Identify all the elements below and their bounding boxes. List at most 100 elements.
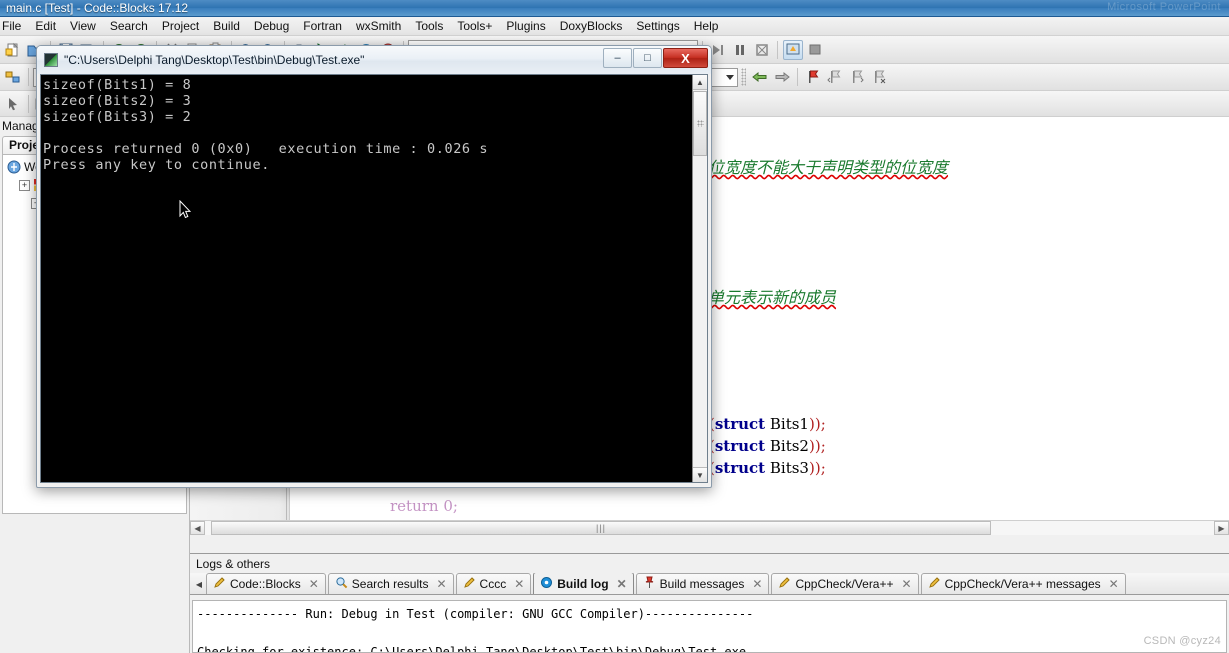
menu-item-debug[interactable]: Debug xyxy=(247,17,296,35)
log-tab-label: Search results xyxy=(351,577,429,591)
code-line-fragment: (struct Bits3)); xyxy=(709,459,826,477)
scroll-left-button[interactable]: ◀ xyxy=(190,521,205,535)
console-app-icon xyxy=(44,53,58,67)
code-line-fragment: (struct Bits2)); xyxy=(709,437,826,455)
maximize-button[interactable]: □ xyxy=(633,48,662,68)
console-vertical-scrollbar[interactable]: ▲ ▼ xyxy=(692,75,707,482)
bookmark-prev-icon[interactable] xyxy=(825,67,845,87)
close-icon[interactable]: ✕ xyxy=(617,577,627,591)
scroll-up-button[interactable]: ▲ xyxy=(693,75,707,90)
close-icon[interactable]: ✕ xyxy=(436,577,446,591)
close-icon[interactable]: ✕ xyxy=(902,577,912,591)
struct-name: Bits1 xyxy=(769,415,809,433)
close-icon[interactable]: ✕ xyxy=(752,577,762,591)
menubar: File Edit View Search Project Build Debug Fortr… xyxy=(0,17,1229,36)
menu-item-file[interactable]: File xyxy=(0,17,28,35)
menu-item-view[interactable]: View xyxy=(63,17,103,35)
pencil-icon xyxy=(928,576,941,592)
project-tree-icon[interactable] xyxy=(3,67,23,87)
log-tab-code-blocks[interactable]: Code::Blocks ✕ xyxy=(206,573,326,594)
menu-item-build[interactable]: Build xyxy=(206,17,247,35)
menu-item-doxyblocks[interactable]: DoxyBlocks xyxy=(553,17,630,35)
ide-titlebar: main.c [Test] - Code::Blocks 17.12 Micro… xyxy=(0,0,1229,17)
logs-caption: Logs & others xyxy=(196,557,271,571)
menu-item-edit[interactable]: Edit xyxy=(28,17,63,35)
workspace-icon xyxy=(7,160,21,174)
nav-back-icon[interactable] xyxy=(750,67,770,87)
debug-stop-icon[interactable] xyxy=(752,40,772,60)
bookmark-clear-icon[interactable] xyxy=(869,67,889,87)
code-blocks-ide-window: main.c [Test] - Code::Blocks 17.12 Micro… xyxy=(0,0,1229,653)
left-panel-filler xyxy=(0,535,190,653)
struct-name: Bits2 xyxy=(769,437,809,455)
log-tab-label: CppCheck/Vera++ messages xyxy=(944,577,1101,591)
editor-horizontal-scrollbar[interactable]: ◀ ||| ▶ xyxy=(190,520,1229,535)
nav-forward-icon[interactable] xyxy=(772,67,792,87)
close-icon[interactable]: ✕ xyxy=(309,577,319,591)
console-scroll-thumb[interactable] xyxy=(693,91,707,156)
menu-item-search[interactable]: Search xyxy=(103,17,155,35)
close-icon[interactable]: ✕ xyxy=(1109,577,1119,591)
code-comment-line: 位宽度不能大于声明类型的位宽度 xyxy=(708,158,949,177)
tree-expander-icon[interactable]: + xyxy=(19,179,30,191)
background-window-title: Microsoft PowerPoint xyxy=(1107,1,1221,13)
log-tab-cppcheck-vera-[interactable]: CppCheck/Vera++ ✕ xyxy=(771,573,919,594)
gear-icon xyxy=(540,576,553,592)
close-icon[interactable]: ✕ xyxy=(514,577,524,591)
log-tab-build-log[interactable]: Build log ✕ xyxy=(533,573,634,594)
menu-item-plugins[interactable]: Plugins xyxy=(499,17,552,35)
horizontal-splitter[interactable] xyxy=(190,535,1229,553)
tab-scroll-left-icon[interactable]: ◀ xyxy=(192,574,206,594)
scroll-thumb[interactable]: ||| xyxy=(211,521,991,535)
console-output-area[interactable]: sizeof(Bits1) = 8 sizeof(Bits2) = 3 size… xyxy=(40,74,708,483)
log-tab-label: Cccc xyxy=(479,577,507,591)
menu-item-project[interactable]: Project xyxy=(155,17,206,35)
log-tab-cppcheck-vera-messages[interactable]: CppCheck/Vera++ messages ✕ xyxy=(920,573,1126,594)
close-button[interactable]: X xyxy=(663,48,708,68)
pencil-icon xyxy=(463,576,476,592)
scroll-down-button[interactable]: ▼ xyxy=(693,467,707,482)
keyword-struct: struct xyxy=(714,459,766,477)
console-titlebar[interactable]: "C:\Users\Delphi Tang\Desktop\Test\bin\D… xyxy=(37,46,711,74)
scroll-track[interactable]: ||| xyxy=(205,521,1214,535)
new-file-icon[interactable] xyxy=(3,40,23,60)
log-tab-build-messages[interactable]: Build messages ✕ xyxy=(635,573,770,594)
keyword-struct: struct xyxy=(714,437,766,455)
code-line-fragment: (struct Bits1)); xyxy=(709,415,826,433)
code-line-partial: return 0; xyxy=(390,497,458,515)
log-tab-label: Code::Blocks xyxy=(230,577,301,591)
bookmark-next-icon[interactable] xyxy=(847,67,867,87)
menu-item-tools[interactable]: Tools xyxy=(408,17,450,35)
menu-item-tools-[interactable]: Tools+ xyxy=(450,17,499,35)
struct-name: Bits3 xyxy=(769,459,809,477)
console-title: "C:\Users\Delphi Tang\Desktop\Test\bin\D… xyxy=(64,53,365,67)
menu-item-help[interactable]: Help xyxy=(687,17,726,35)
menu-item-settings[interactable]: Settings xyxy=(629,17,686,35)
code-comment-line: 单元表示新的成员 xyxy=(708,288,837,307)
scroll-right-button[interactable]: ▶ xyxy=(1214,521,1229,535)
log-tab-cccc[interactable]: Cccc ✕ xyxy=(455,573,532,594)
logs-tabstrip: ◀ Code::Blocks ✕ Search results ✕ Cccc ✕ Build… xyxy=(190,573,1229,595)
magnifier-icon xyxy=(335,576,348,592)
window-buttons: – □ X xyxy=(602,48,708,68)
log-tab-search-results[interactable]: Search results ✕ xyxy=(327,573,454,594)
menu-item-wxsmith[interactable]: wxSmith xyxy=(349,17,408,35)
console-window[interactable]: "C:\Users\Delphi Tang\Desktop\Test\bin\D… xyxy=(36,45,712,488)
mouse-cursor-icon xyxy=(179,200,191,219)
minimize-button[interactable]: – xyxy=(603,48,632,68)
pencil-icon xyxy=(213,576,226,592)
ide-title: main.c [Test] - Code::Blocks 17.12 xyxy=(6,1,189,15)
debug-pause-icon[interactable] xyxy=(730,40,750,60)
pointer-tool-icon[interactable] xyxy=(3,94,23,114)
debug-windows-icon[interactable] xyxy=(783,39,803,60)
debug-info-icon[interactable] xyxy=(805,40,825,60)
menu-item-fortran[interactable]: Fortran xyxy=(296,17,349,35)
keyword-struct: struct xyxy=(714,415,766,433)
log-tab-label: Build log xyxy=(557,576,609,591)
build-log-output: -------------- Run: Debug in Test (compi… xyxy=(192,600,1227,653)
watermark: CSDN @cyz24 xyxy=(1143,635,1221,647)
bookmark-toggle-icon[interactable] xyxy=(803,67,823,87)
log-tab-label: CppCheck/Vera++ xyxy=(795,577,894,591)
console-output-text: sizeof(Bits1) = 8 sizeof(Bits2) = 3 size… xyxy=(43,77,489,173)
log-tab-label: Build messages xyxy=(659,577,745,591)
